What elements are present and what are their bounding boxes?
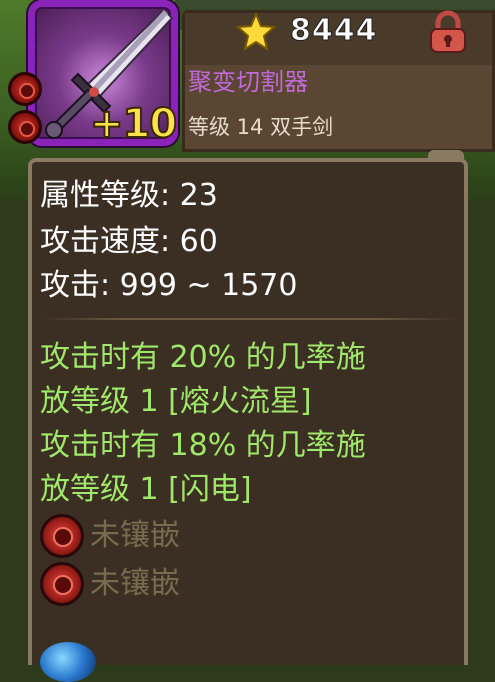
gem-slot-label: 未镶嵌 [90,518,180,553]
gem-slot-label: 未镶嵌 [90,566,180,601]
lock-icon[interactable] [428,10,468,54]
star-icon [236,12,276,52]
item-name: 聚变切割器 [188,68,308,96]
effect-line-4: 放等级 1 [闪电] [40,472,252,507]
socket-badge-2 [8,110,42,144]
stat-attack: 攻击: 999 ~ 1570 [40,268,298,303]
red-gem-socket-icon [40,562,84,606]
stat-attribute-level: 属性等级: 23 [40,178,218,213]
enhance-level: +10 [89,101,178,147]
item-level-type: 等级 14 双手剑 [188,115,334,139]
gem-slot-2[interactable]: 未镶嵌 [40,562,340,608]
power-value: 8444 [290,13,378,49]
socket-badge-1 [8,72,42,106]
effect-line-1: 攻击时有 20% 的几率施 [40,340,366,375]
section-divider [40,318,460,320]
blue-orb-icon [40,642,96,682]
stat-attack-speed: 攻击速度: 60 [40,224,218,259]
effect-line-3: 攻击时有 18% 的几率施 [40,428,366,463]
gem-slot-1[interactable]: 未镶嵌 [40,514,340,560]
effect-line-2: 放等级 1 [熔火流星] [40,384,312,419]
red-gem-socket-icon [40,514,84,558]
